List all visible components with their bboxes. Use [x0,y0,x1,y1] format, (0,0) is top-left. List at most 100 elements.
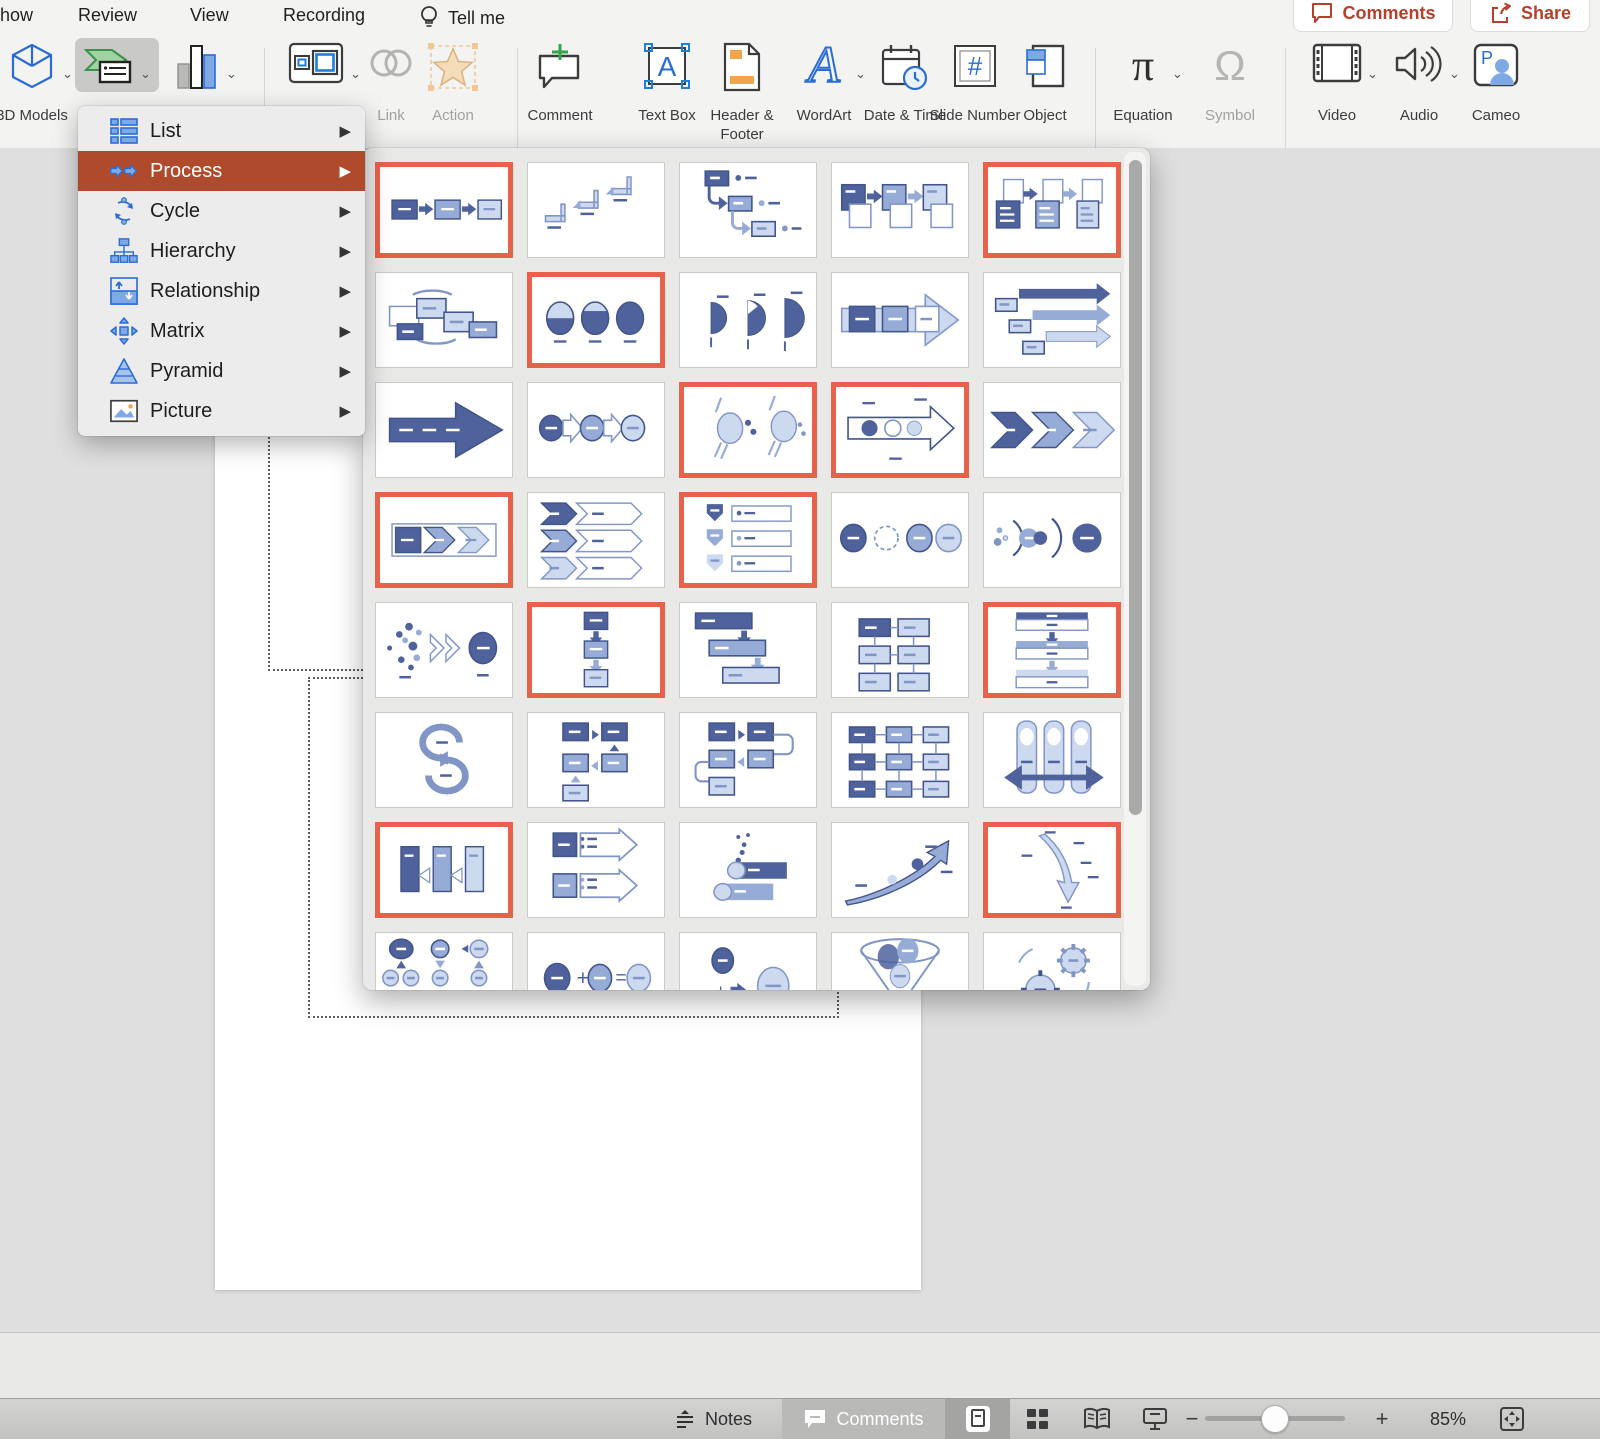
smartart-tile-vertical-bending-block-process[interactable] [527,712,665,808]
notes-toggle[interactable]: Notes [648,1399,778,1439]
smartart-tile-circle-accent-process[interactable] [679,382,817,478]
smartart-menu-item-relationship[interactable]: Relationship▶ [78,271,365,311]
smartart-tile-descending-arrow[interactable] [983,822,1121,918]
tab-slide-show[interactable]: how [0,5,33,26]
video-button[interactable] [1311,42,1363,89]
3d-models-chevron-down-icon[interactable]: ⌄ [62,66,73,82]
wordart-button[interactable]: A [797,42,851,95]
comments-button[interactable]: Comments [1293,0,1453,32]
date-time-button[interactable] [879,42,931,97]
slide-sorter-view-button[interactable] [1012,1399,1064,1439]
smartart-tile-interconnected-block-process[interactable] [831,712,969,808]
tab-recording[interactable]: Recording [283,5,365,26]
svg-text:#: # [968,51,983,81]
video-chevron-down-icon[interactable]: ⌄ [1367,66,1378,82]
smartart-button[interactable] [80,42,136,93]
svg-text:A: A [805,42,840,90]
smartart-tile-sub-step-process[interactable] [375,822,513,918]
relationship-category-icon [110,277,138,305]
audio-chevron-down-icon[interactable]: ⌄ [1449,66,1460,82]
smartart-tile-continuous-circle-process[interactable] [831,492,969,588]
smartart-tile-basic-process[interactable] [375,162,513,258]
smartart-tile-staggered-process[interactable] [679,602,817,698]
smartart-tile-picture-list-process[interactable] [983,162,1121,258]
3d-models-button[interactable] [6,42,58,95]
smartart-tile-process-list[interactable] [527,822,665,918]
gallery-scrollbar-thumb[interactable] [1129,160,1142,815]
smartart-tile-half-circle-process[interactable] [679,272,817,368]
smartart-tile-alternating-picture-blocks[interactable] [831,162,969,258]
wordart-chevron-down-icon[interactable]: ⌄ [855,66,866,82]
normal-view-button[interactable] [945,1399,1010,1439]
smartart-menu-item-cycle[interactable]: Cycle▶ [78,191,365,231]
smartart-tile-alternating-flow[interactable] [375,272,513,368]
smartart-tile-closed-chevron-process[interactable] [375,492,513,588]
smartart-menu-item-pyramid[interactable]: Pyramid▶ [78,351,365,391]
smartart-tile-vertical-process[interactable] [527,602,665,698]
equation-button[interactable]: π [1118,42,1168,93]
object-button[interactable] [1022,42,1068,95]
smartart-tile-step-up-process[interactable] [527,162,665,258]
hierarchy-category-icon [110,237,138,265]
zoom-in-button[interactable]: + [1368,1399,1396,1439]
zoom-out-button[interactable]: − [1178,1399,1206,1439]
action-button [426,42,480,97]
smartart-tile-circle-process[interactable] [527,272,665,368]
smartart-tile-vertical-panel-arrow[interactable] [983,712,1121,808]
zoom-level[interactable]: 85% [1418,1399,1478,1439]
smartart-menu-item-hierarchy[interactable]: Hierarchy▶ [78,231,365,271]
equation-chevron-down-icon[interactable]: ⌄ [1172,66,1183,82]
smartart-tile-upward-arrow[interactable] [831,822,969,918]
ascending-process-thumbnail [680,823,816,917]
share-button[interactable]: Share [1470,0,1590,32]
smartart-tile-circle-arrow-process[interactable] [527,382,665,478]
tab-tell-me[interactable]: Tell me [418,5,505,31]
smartart-tile-phased-process[interactable] [983,492,1121,588]
smartart-tile-increasing-arrows[interactable] [983,272,1121,368]
smartart-tile-funnel-process[interactable] [831,932,969,990]
slide-number-button[interactable]: # [950,42,1000,95]
svg-text:+: + [577,966,589,990]
smartart-tile-equation-process[interactable]: += [527,932,665,990]
smartart-tile-process-arrows[interactable] [831,272,969,368]
smartart-tile-vertical-arrow-list[interactable] [679,492,817,588]
smartart-chevron-down-icon[interactable]: ⌄ [140,66,151,82]
screenshot-chevron-down-icon[interactable]: ⌄ [350,66,361,82]
slide-show-button[interactable] [1128,1399,1182,1439]
reading-view-button[interactable] [1070,1399,1124,1439]
smartart-menu-item-matrix[interactable]: Matrix▶ [78,311,365,351]
smartart-tile-vertical-bending-process[interactable] [679,162,817,258]
tab-view[interactable]: View [190,5,229,26]
gallery-grid: +=+ [375,162,1121,990]
smartart-tile-chevron-list[interactable] [527,492,665,588]
smartart-tile-gear-process[interactable] [983,932,1121,990]
smartart-tile-plus-arrow-process[interactable]: + [679,932,817,990]
fit-slide-button[interactable] [1490,1399,1534,1439]
symbol-button: Ω [1205,42,1255,93]
smartart-tile-bending-process-connectors[interactable] [679,712,817,808]
smartart-tile-arrow-circles[interactable] [831,382,969,478]
picture-list-process-thumbnail [988,167,1116,253]
smartart-tile-arrow-ribbon[interactable] [375,382,513,478]
cameo-button[interactable]: P [1471,42,1521,93]
chart-button[interactable] [172,42,222,97]
smartart-menu-item-picture[interactable]: Picture▶ [78,391,365,431]
smartart-menu-item-process[interactable]: Process▶ [78,151,365,191]
tab-review[interactable]: Review [78,5,137,26]
chart-chevron-down-icon[interactable]: ⌄ [226,66,237,82]
comment-button[interactable] [534,42,586,95]
audio-button[interactable] [1393,42,1445,91]
screenshot-button[interactable] [286,42,346,89]
smartart-tile-detailed-process[interactable] [831,602,969,698]
smartart-tile-repeating-bending-process[interactable] [375,712,513,808]
smartart-tile-drop-list-process[interactable] [375,932,513,990]
smartart-tile-vertical-block-list[interactable] [983,602,1121,698]
smartart-tile-basic-chevron-process[interactable] [983,382,1121,478]
header-footer-button[interactable] [717,42,767,97]
text-box-button[interactable]: A [642,42,692,95]
smartart-tile-ascending-process[interactable] [679,822,817,918]
zoom-slider-thumb[interactable] [1261,1405,1289,1433]
smartart-menu-item-list[interactable]: List▶ [78,111,365,151]
comments-toggle[interactable]: Comments [782,1399,945,1439]
smartart-tile-converging-process[interactable] [375,602,513,698]
